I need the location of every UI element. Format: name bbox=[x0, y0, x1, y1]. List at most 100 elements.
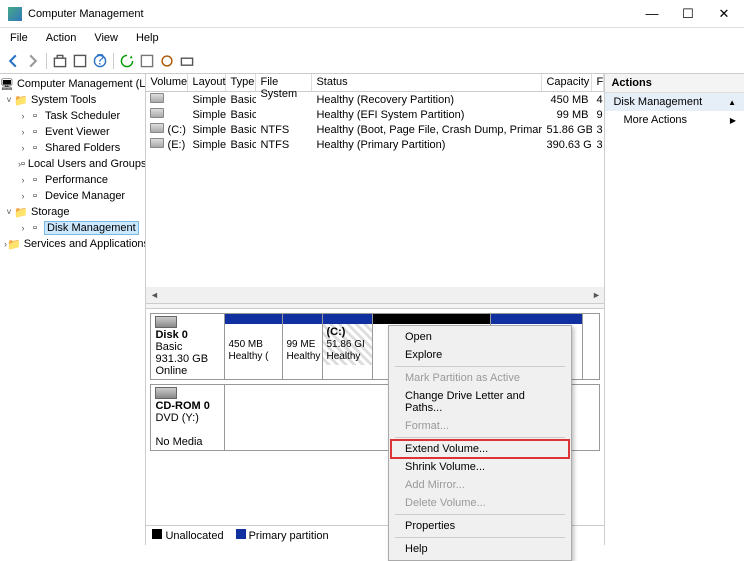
tree-item[interactable]: ›▫Local Users and Groups bbox=[0, 156, 145, 172]
tree-group[interactable]: ˅📁System Tools bbox=[0, 92, 145, 108]
partition[interactable]: 99 MEHealthy bbox=[283, 314, 323, 379]
legend-swatch-unallocated bbox=[152, 529, 162, 539]
refresh-button[interactable] bbox=[118, 52, 136, 70]
context-menu[interactable]: OpenExplore Mark Partition as ActiveChang… bbox=[388, 325, 572, 561]
menu-help[interactable]: Help bbox=[132, 30, 163, 46]
expand-icon[interactable]: › bbox=[18, 143, 28, 153]
tool-button-3[interactable] bbox=[178, 52, 196, 70]
computer-icon: 🖥 bbox=[0, 78, 14, 90]
tree-item[interactable]: ›▫Event Viewer bbox=[0, 124, 145, 140]
tree-item[interactable]: ›▫Shared Folders bbox=[0, 140, 145, 156]
item-icon: ▫ bbox=[21, 158, 25, 170]
disk-icon bbox=[155, 387, 177, 399]
volume-icon bbox=[150, 108, 164, 118]
context-menu-item[interactable]: Extend Volume... bbox=[391, 440, 569, 458]
collapse-icon: ▲ bbox=[728, 98, 736, 107]
volume-list-header[interactable]: Volume Layout Type File System Status Ca… bbox=[146, 74, 604, 92]
scroll-left[interactable]: ◄ bbox=[146, 290, 162, 300]
volume-row[interactable]: (C:)SimpleBasicNTFSHealthy (Boot, Page F… bbox=[146, 122, 604, 137]
legend-swatch-primary bbox=[236, 529, 246, 539]
item-icon: ▫ bbox=[28, 174, 42, 186]
partition-stripe bbox=[491, 314, 582, 324]
expand-icon[interactable]: › bbox=[18, 127, 28, 137]
expand-icon[interactable]: ˅ bbox=[4, 95, 14, 105]
context-menu-item: Format... bbox=[391, 417, 569, 435]
context-menu-item[interactable]: Shrink Volume... bbox=[391, 458, 569, 476]
folder-icon: 📁 bbox=[7, 238, 21, 250]
item-icon: ▫ bbox=[28, 126, 42, 138]
col-layout[interactable]: Layout bbox=[188, 74, 226, 91]
tree-group[interactable]: ˅📁Storage bbox=[0, 204, 145, 220]
tree-item[interactable]: ›▫Disk Management bbox=[0, 220, 145, 236]
maximize-button[interactable]: ☐ bbox=[676, 4, 700, 24]
volume-row[interactable]: SimpleBasicHealthy (EFI System Partition… bbox=[146, 107, 604, 122]
col-type[interactable]: Type bbox=[226, 74, 256, 91]
partition-stripe bbox=[373, 314, 490, 324]
actions-pane: Actions Disk Management ▲ More Actions ▶ bbox=[605, 74, 744, 545]
volume-row[interactable]: SimpleBasicHealthy (Recovery Partition)4… bbox=[146, 92, 604, 107]
volume-icon bbox=[150, 93, 164, 103]
col-status[interactable]: Status bbox=[312, 74, 542, 91]
menubar: File Action View Help bbox=[0, 28, 744, 48]
disk-info[interactable]: CD-ROM 0DVD (Y:)No Media bbox=[151, 385, 225, 450]
forward-button[interactable] bbox=[24, 52, 42, 70]
folder-icon: 📁 bbox=[14, 94, 28, 106]
back-button[interactable] bbox=[4, 52, 22, 70]
context-menu-item: Mark Partition as Active bbox=[391, 369, 569, 387]
partition-stripe bbox=[283, 314, 322, 324]
properties-button[interactable] bbox=[71, 52, 89, 70]
item-icon: ▫ bbox=[28, 110, 42, 122]
menu-action[interactable]: Action bbox=[42, 30, 81, 46]
volume-icon bbox=[150, 138, 164, 148]
minimize-button[interactable]: — bbox=[640, 4, 664, 24]
expand-icon[interactable]: › bbox=[18, 191, 28, 201]
expand-icon[interactable]: › bbox=[18, 223, 28, 233]
tree-item[interactable]: ›▫Task Scheduler bbox=[0, 108, 145, 124]
partition-stripe bbox=[323, 314, 372, 324]
context-menu-item[interactable]: Change Drive Letter and Paths... bbox=[391, 387, 569, 417]
partition[interactable]: (C:)51.86 GIHealthy bbox=[323, 314, 373, 379]
context-menu-item: Add Mirror... bbox=[391, 476, 569, 494]
expand-icon[interactable]: ˅ bbox=[4, 207, 14, 217]
menu-view[interactable]: View bbox=[90, 30, 122, 46]
close-button[interactable]: ✕ bbox=[712, 4, 736, 24]
folder-icon: 📁 bbox=[14, 206, 28, 218]
partition[interactable]: 450 MBHealthy ( bbox=[225, 314, 283, 379]
svg-text:?: ? bbox=[96, 54, 105, 68]
volume-row[interactable]: (E:)SimpleBasicNTFSHealthy (Primary Part… bbox=[146, 137, 604, 152]
actions-more[interactable]: More Actions ▶ bbox=[605, 111, 744, 129]
col-filesystem[interactable]: File System bbox=[256, 74, 312, 91]
chevron-right-icon: ▶ bbox=[730, 116, 736, 125]
horizontal-scrollbar[interactable]: ◄ ► bbox=[146, 287, 604, 303]
item-icon: ▫ bbox=[28, 222, 42, 234]
col-capacity[interactable]: Capacity bbox=[542, 74, 592, 91]
tree-item[interactable]: ›▫Performance bbox=[0, 172, 145, 188]
actions-title: Actions bbox=[605, 74, 744, 93]
context-menu-item[interactable]: Explore bbox=[391, 346, 569, 364]
titlebar: Computer Management — ☐ ✕ bbox=[0, 0, 744, 28]
col-volume[interactable]: Volume bbox=[146, 74, 188, 91]
navigation-tree[interactable]: 🖥 Computer Management (Local) ˅📁System T… bbox=[0, 74, 146, 545]
tree-root[interactable]: 🖥 Computer Management (Local) bbox=[0, 76, 145, 92]
disk-icon bbox=[155, 316, 177, 328]
item-icon: ▫ bbox=[28, 190, 42, 202]
actions-section[interactable]: Disk Management ▲ bbox=[605, 93, 744, 111]
tool-button-2[interactable] bbox=[158, 52, 176, 70]
up-button[interactable] bbox=[51, 52, 69, 70]
col-free[interactable]: F bbox=[592, 74, 604, 91]
context-menu-item[interactable]: Open bbox=[391, 328, 569, 346]
tool-button-1[interactable] bbox=[138, 52, 156, 70]
expand-icon[interactable]: › bbox=[18, 111, 28, 121]
tree-group[interactable]: ›📁Services and Applications bbox=[0, 236, 145, 252]
context-menu-item[interactable]: Help bbox=[391, 540, 569, 558]
volume-list[interactable]: SimpleBasicHealthy (Recovery Partition)4… bbox=[146, 92, 604, 287]
menu-file[interactable]: File bbox=[6, 30, 32, 46]
help-button[interactable]: ? bbox=[91, 52, 109, 70]
tree-item[interactable]: ›▫Device Manager bbox=[0, 188, 145, 204]
disk-info[interactable]: Disk 0Basic931.30 GBOnline bbox=[151, 314, 225, 379]
expand-icon[interactable]: › bbox=[18, 175, 28, 185]
context-menu-item[interactable]: Properties bbox=[391, 517, 569, 535]
scroll-right[interactable]: ► bbox=[588, 290, 604, 300]
item-icon: ▫ bbox=[28, 142, 42, 154]
partition-stripe bbox=[225, 314, 282, 324]
